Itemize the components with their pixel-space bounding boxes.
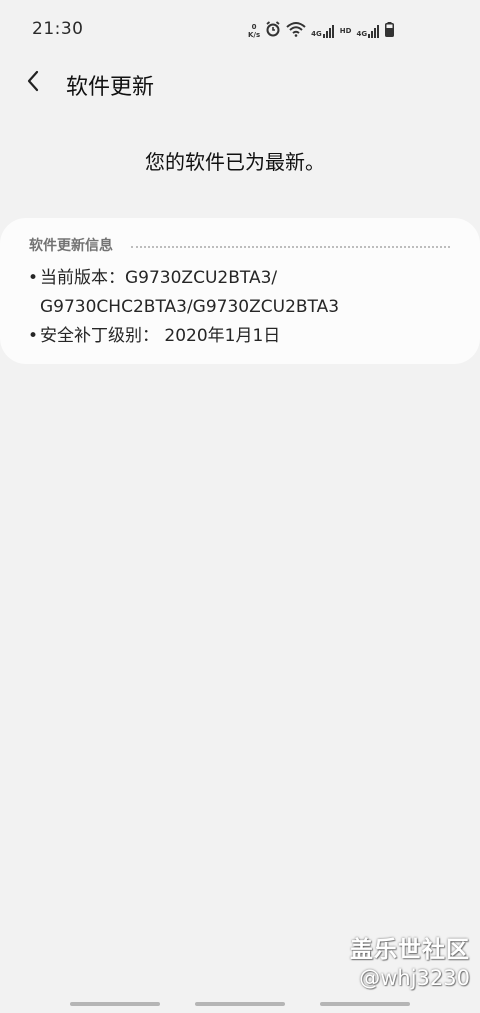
page-title: 软件更新 (66, 75, 155, 100)
app-header: 软件更新 (0, 60, 480, 108)
watermark-logo: 盖乐世社区 (350, 937, 470, 963)
nav-home-handle[interactable] (195, 1002, 285, 1006)
network-type-label: 4G (311, 30, 322, 38)
signal-4g-2: 4G (356, 24, 380, 38)
hd-label: HD (339, 27, 352, 35)
network-type-label: 4G (356, 30, 368, 38)
signal-4g-1: 4G (311, 24, 335, 38)
signal-icon (368, 25, 380, 38)
signal-icon (322, 25, 334, 38)
network-speed-indicator: 0 K/s (248, 23, 260, 39)
card-title: 软件更新信息 (29, 238, 113, 254)
dotted-divider (131, 245, 450, 248)
navigation-bar (0, 998, 480, 1013)
status-bar: 21:30 0 K/s 4G HD 4G (0, 0, 480, 60)
network-speed-unit: K/s (248, 31, 261, 39)
security-patch-text: 安全补丁级别： 2020年1月1日 (40, 326, 281, 346)
back-button[interactable] (18, 68, 48, 98)
current-version-text: 当前版本：G9730ZCU2BTA3/ G9730CHC2BTA3/G9730Z… (40, 268, 340, 317)
bullet: • (28, 326, 39, 346)
info-item-security-patch: • 安全补丁级别： 2020年1月1日 (28, 322, 468, 351)
software-update-info-card: 软件更新信息 • 当前版本：G9730ZCU2BTA3/ G9730CHC2BT… (0, 218, 480, 364)
watermark: 盖乐世社区 @whj3230 (350, 930, 470, 990)
alarm-icon (265, 21, 281, 41)
network-speed-value: 0 (251, 23, 257, 31)
status-icons: 0 K/s 4G HD 4G (248, 20, 395, 42)
nav-recents-handle[interactable] (70, 1002, 160, 1006)
watermark-user: @whj3230 (359, 966, 470, 990)
info-list: • 当前版本：G9730ZCU2BTA3/ G9730CHC2BTA3/G973… (28, 264, 468, 351)
update-status-message: 您的软件已为最新。 (145, 150, 325, 174)
nav-back-handle[interactable] (320, 1002, 410, 1006)
status-time: 21:30 (32, 19, 84, 39)
wifi-icon (286, 21, 306, 41)
chevron-left-icon (26, 70, 40, 96)
card-header: 软件更新信息 (29, 235, 450, 255)
battery-icon (385, 21, 395, 41)
bullet: • (28, 268, 39, 288)
info-item-current-version: • 当前版本：G9730ZCU2BTA3/ G9730CHC2BTA3/G973… (28, 264, 468, 322)
